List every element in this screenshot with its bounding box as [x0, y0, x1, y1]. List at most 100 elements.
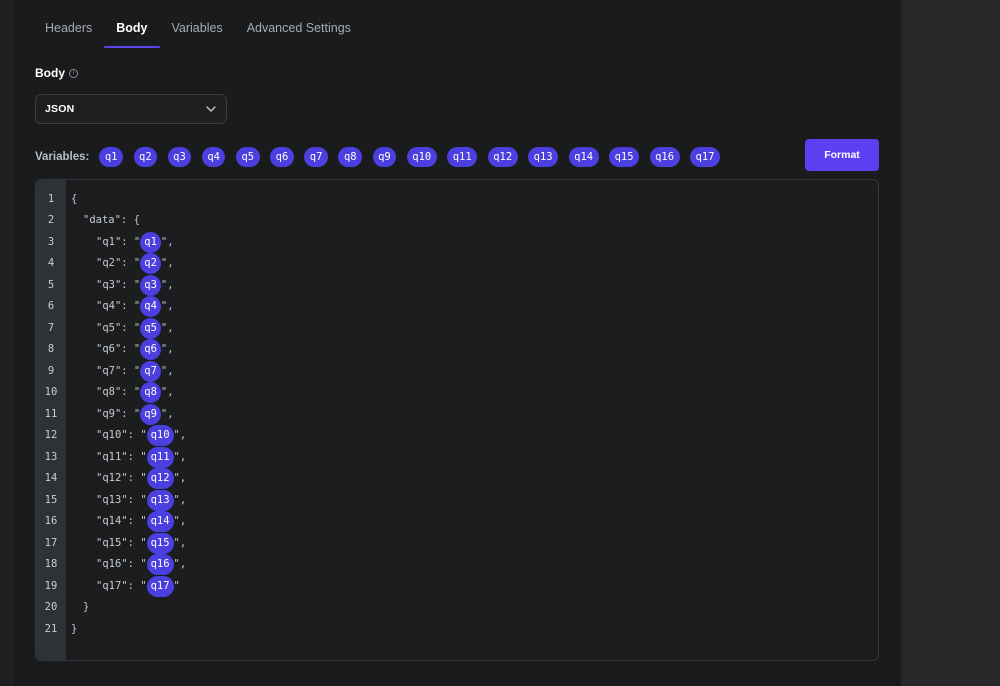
variable-chip-q17[interactable]: q17 — [690, 147, 720, 167]
variable-chip-q12[interactable]: q12 — [487, 147, 518, 167]
variable-chip-list: q1 q2 q3 q4 q5 q6 q7 q8 q9 q10 q11 q12 q13 q14 q15 q16 q… — [99, 147, 730, 167]
json-body-editor[interactable]: 1 2 3 4 5 6 7 8 9 10 11 12 13 14 15 16 17 18 19 20 21 {"data… — [35, 179, 879, 661]
variable-chip-q10[interactable]: q10 — [406, 147, 437, 167]
code-line: "q7": " q7 ", — [96, 360, 174, 383]
code-line: "q5": " q5 ", — [96, 317, 174, 340]
json-key: "q14": " — [96, 515, 147, 527]
line-number: 18 — [44, 558, 58, 570]
line-number: 16 — [44, 515, 58, 527]
body-type-select[interactable]: JSON — [35, 94, 227, 124]
variable-token-q9[interactable]: q9 — [140, 403, 161, 425]
variable-token-q3[interactable]: q3 — [140, 274, 161, 296]
code-line: "q2": " q2 ", — [96, 253, 174, 275]
variable-token-q10[interactable]: q10 — [146, 425, 174, 447]
code-line: "q11": " q11 ", — [96, 446, 186, 469]
json-key: "q16": " — [96, 558, 147, 570]
code-line: "q8": " q8 ", — [96, 382, 174, 404]
variable-chip-q2[interactable]: q2 — [133, 147, 158, 167]
line-number: 21 — [44, 622, 58, 635]
left-edge-strip — [0, 0, 14, 686]
line-number: 13 — [44, 450, 58, 463]
line-number: 5 — [47, 278, 55, 291]
tab-variables[interactable]: Variables — [160, 0, 235, 50]
variable-token-q16[interactable]: q16 — [146, 554, 174, 576]
variable-chip-q14[interactable]: q14 — [568, 147, 599, 167]
body-section-label: Body i — [35, 66, 78, 80]
variable-token-q17[interactable]: q17 — [146, 575, 174, 597]
json-suffix: ", — [173, 515, 187, 527]
variable-chip-q1[interactable]: q1 — [99, 147, 123, 167]
json-suffix: ", — [173, 536, 187, 549]
variable-token-q11[interactable]: q11 — [146, 446, 174, 468]
code-line: "q9": " q9 ", — [96, 403, 174, 426]
variable-token-q8[interactable]: q8 — [140, 382, 161, 404]
json-key: "q1": " — [96, 235, 141, 248]
variable-chip-q9[interactable]: q9 — [372, 147, 397, 167]
code-line: "q13": " q13 ", — [96, 489, 187, 512]
json-key: "q8": " — [96, 386, 141, 398]
variable-token-q4[interactable]: q4 — [140, 296, 161, 318]
variable-token-q1[interactable]: q1 — [140, 231, 161, 253]
code-line: { — [71, 189, 77, 211]
json-key: "q5": " — [96, 321, 141, 334]
code-line: "q1": " q1 ", — [96, 231, 174, 254]
variable-chip-q8[interactable]: q8 — [338, 147, 363, 167]
variables-label: Variables: — [35, 151, 90, 163]
info-icon[interactable]: i — [69, 68, 78, 78]
json-suffix: ", — [173, 493, 187, 506]
variable-chip-q13[interactable]: q13 — [528, 147, 559, 167]
variable-token-q6[interactable]: q6 — [140, 339, 161, 361]
json-key: "q4": " — [96, 300, 141, 312]
variable-chip-q16[interactable]: q16 — [649, 147, 680, 167]
variable-chip-q7[interactable]: q7 — [304, 147, 328, 167]
code-line: "q16": " q16 ", — [96, 554, 186, 576]
close-brace: } — [71, 622, 78, 635]
variable-token-q13[interactable]: q13 — [146, 489, 174, 511]
variable-token-q15[interactable]: q15 — [146, 532, 174, 554]
format-button[interactable]: Format — [805, 139, 879, 171]
json-key: "q12": " — [96, 472, 147, 484]
line-number: 19 — [44, 579, 58, 592]
json-key: "q9": " — [96, 407, 141, 420]
line-number: 15 — [44, 493, 58, 506]
variable-chip-q15[interactable]: q15 — [609, 147, 640, 167]
tab-body[interactable]: Body — [104, 0, 160, 50]
line-number-gutter: 1 2 3 4 5 6 7 8 9 10 11 12 13 14 15 16 17 18 19 20 21 — [36, 180, 66, 660]
line-number: 1 — [47, 192, 55, 205]
code-line: "q15": " q15 ", — [96, 532, 187, 555]
json-suffix: ", — [173, 558, 187, 570]
variable-chip-q4[interactable]: q4 — [201, 147, 226, 167]
tab-headers[interactable]: Headers — [33, 0, 104, 50]
json-suffix: ", — [173, 472, 187, 484]
variable-token-q5[interactable]: q5 — [140, 317, 161, 339]
json-suffix: ", — [160, 235, 174, 248]
variable-token-q7[interactable]: q7 — [140, 360, 161, 382]
line-number: 8 — [47, 343, 55, 355]
json-suffix: ", — [160, 278, 174, 291]
json-key: "q2": " — [96, 257, 141, 269]
line-number: 7 — [47, 321, 55, 334]
json-suffix: ", — [160, 364, 174, 377]
variable-chip-q3[interactable]: q3 — [167, 147, 192, 167]
json-key: "q11": " — [96, 450, 147, 463]
variable-chip-q5[interactable]: q5 — [235, 147, 260, 167]
json-suffix: " — [173, 579, 180, 592]
line-number: 9 — [47, 364, 55, 377]
code-line: "data": { — [83, 210, 140, 232]
code-line: } — [83, 597, 89, 619]
line-number: 10 — [44, 386, 58, 398]
code-line: "q17": " q17 " — [96, 575, 180, 598]
variable-token-q12[interactable]: q12 — [146, 468, 174, 490]
line-number: 20 — [44, 601, 58, 613]
variable-token-q2[interactable]: q2 — [140, 253, 161, 275]
tab-advanced-settings[interactable]: Advanced Settings — [235, 0, 363, 50]
json-suffix: ", — [160, 386, 174, 398]
data-key: "data": { — [83, 214, 140, 226]
variable-token-q14[interactable]: q14 — [146, 511, 174, 533]
json-key: "q7": " — [96, 364, 141, 377]
json-key: "q6": " — [96, 343, 141, 355]
json-suffix: ", — [160, 407, 174, 420]
code-line: "q6": " q6 ", — [96, 339, 174, 361]
variable-chip-q6[interactable]: q6 — [270, 147, 294, 167]
variable-chip-q11[interactable]: q11 — [447, 147, 478, 167]
